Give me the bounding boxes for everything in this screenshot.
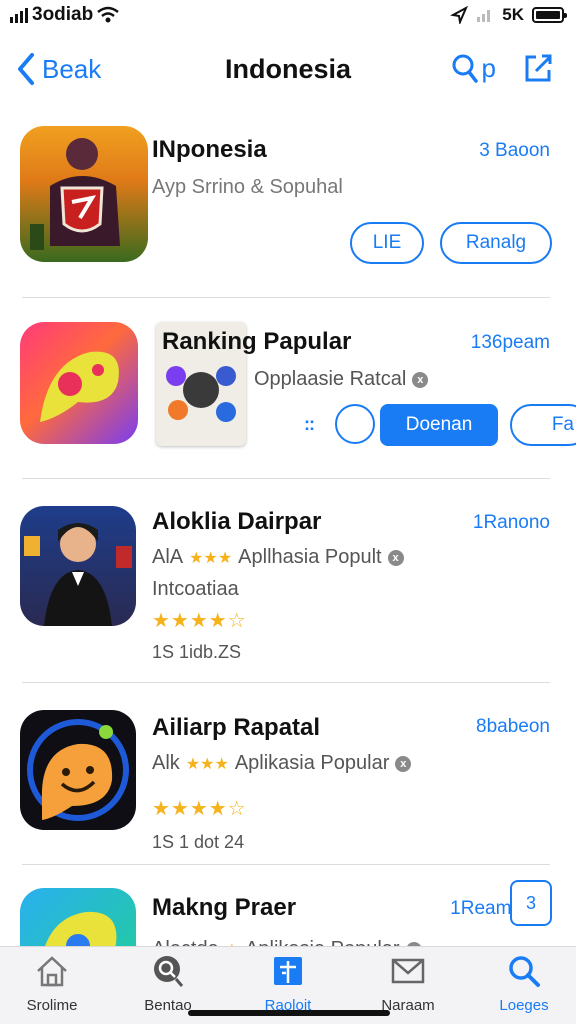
location-icon [450, 6, 469, 24]
inline-stars-icon: ★★★ [185, 755, 229, 773]
app-subtitle-text: Aplikasia Popular [234, 752, 390, 774]
app-icon [20, 506, 136, 626]
tab-browse[interactable]: Bentao [118, 953, 218, 1014]
rating-stars: ★★★★☆ [152, 610, 247, 632]
home-icon [37, 956, 67, 987]
app-category: Intcoatiaa [152, 578, 239, 601]
tab-search[interactable]: Loeges [474, 953, 574, 1014]
search-button[interactable]: p [452, 53, 496, 84]
app-category-text: Intcoatiaa [152, 578, 239, 600]
search-icon [452, 54, 478, 83]
app-rank-button[interactable]: Ranalg [440, 222, 552, 264]
search-bubble-icon [154, 956, 184, 987]
home-indicator [188, 1010, 390, 1016]
download-button[interactable]: Doenan [380, 404, 498, 446]
download-circle-button[interactable] [335, 404, 375, 444]
app-meta: 1S 1 dot 24 [152, 832, 245, 852]
battery-icon [532, 7, 567, 23]
tab-mail[interactable]: Naraam [358, 953, 458, 1014]
app-subtitle: Alk ★★★ Aplikasia Popular x [152, 752, 412, 775]
tab-home[interactable]: Srolime [2, 953, 102, 1014]
app-subtitle-prefix: Alk [152, 752, 180, 774]
apps-icon [274, 957, 302, 985]
app-name: Ranking Papular [162, 328, 352, 355]
rating-stars: ★★★★☆ [152, 798, 247, 820]
app-action-button[interactable]: LIE [350, 222, 424, 264]
divider [22, 297, 550, 298]
warrior-icon [30, 138, 120, 250]
partial-button[interactable]: Fa [510, 404, 576, 446]
status-bar: 3odiab 5K [0, 0, 576, 30]
app-icon [20, 322, 138, 444]
info-icon: x [412, 371, 429, 388]
nav-bar: Beak Indonesia p [0, 40, 576, 100]
divider [22, 478, 550, 479]
app-name: Aloklia Dairpar [152, 508, 322, 535]
smile-icon [27, 719, 129, 821]
share-icon[interactable] [522, 52, 554, 84]
app-name: Makng Praer [152, 894, 297, 921]
status-right: 5K [450, 5, 567, 25]
wifi-icon [97, 6, 120, 23]
app-subtitle-text: Ayp Srrino & Sopuhal [152, 176, 343, 198]
inline-stars-icon: ★★★ [189, 549, 233, 567]
app-icon [20, 126, 148, 262]
info-icon: x [387, 549, 404, 566]
divider [22, 864, 550, 865]
divider [22, 682, 550, 683]
app-rank: 1Ranono [472, 512, 550, 533]
tab-label: Loeges [499, 997, 549, 1014]
search-label: p [481, 52, 496, 83]
app-subtitle: Ayp Srrino & Sopuhal [152, 176, 343, 199]
chat-bubble-icon [40, 351, 119, 422]
app-subtitle-prefix: AlA [152, 546, 184, 568]
info-icon: x [395, 755, 412, 772]
app-name: Ailiarp Rapatal [152, 714, 321, 741]
floating-action-button[interactable]: 3 [510, 880, 552, 926]
app-rank: 8babeon [476, 716, 550, 737]
search-icon [509, 956, 540, 987]
status-left: 3odiab [10, 4, 120, 26]
app-icon [20, 710, 136, 830]
nav-actions: p [452, 52, 554, 84]
app-meta: 1S 1idb.ZS [152, 642, 242, 662]
carrier-label: 3odiab [32, 4, 94, 25]
app-name: INponesia [152, 136, 267, 163]
mail-icon [391, 958, 425, 984]
tab-apps[interactable]: Raoloit [238, 953, 338, 1014]
app-subtitle-text: Opplaasie Ratcal [254, 368, 407, 390]
app-subtitle: AlA ★★★ Apllhasia Popult x [152, 546, 404, 569]
drag-handle-icon[interactable]: :: [304, 414, 315, 435]
signal-icon [10, 7, 28, 23]
app-subtitle-text: Apllhasia Popult [238, 546, 382, 568]
app-subtitle: Opplaasie Ratcal x [254, 368, 429, 391]
avatar [24, 523, 132, 626]
app-rank: 136peam [470, 332, 550, 353]
status-right-label: 5K [502, 5, 524, 24]
tab-label: Srolime [26, 997, 78, 1014]
app-rank: 3 Baoon [479, 140, 550, 161]
cellular-icon [477, 10, 491, 22]
